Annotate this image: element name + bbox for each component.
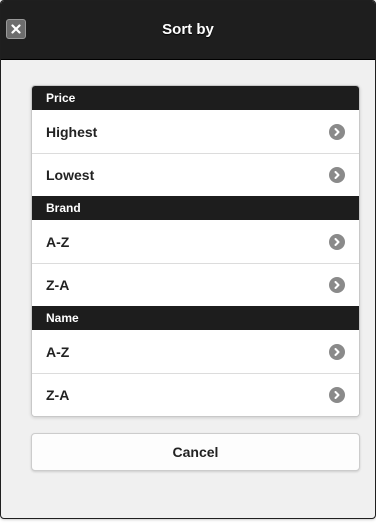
cancel-button[interactable]: Cancel [31,433,360,471]
dialog-header: Sort by [1,1,375,60]
sort-option-price-lowest[interactable]: Lowest [32,153,359,196]
arrow-right-icon [329,123,345,140]
sort-option-price-highest[interactable]: Highest [32,110,359,153]
sort-dialog: Sort by Price Highest Lowest Brand A-Z Z… [0,0,376,519]
arrow-right-icon [329,167,345,183]
sort-option-brand-z-a[interactable]: Z-A [32,263,359,306]
dialog-content: Price Highest Lowest Brand A-Z Z-A Name … [1,60,375,471]
arrow-right-icon [329,233,345,250]
section-divider-brand: Brand [32,196,359,220]
dialog-title: Sort by [162,21,214,38]
list-item-label: Z-A [46,387,70,403]
list-item-label: Highest [46,123,98,140]
list-item-label: A-Z [46,233,70,250]
list-item-label: Z-A [46,277,70,293]
list-item-label: A-Z [46,343,70,360]
list-item-label: Lowest [46,167,95,183]
sort-option-name-a-z[interactable]: A-Z [32,330,359,373]
arrow-right-icon [329,343,345,360]
section-divider-price: Price [32,86,359,110]
arrow-right-icon [329,387,345,403]
sort-option-name-z-a[interactable]: Z-A [32,373,359,416]
section-divider-name: Name [32,306,359,330]
arrow-right-icon [329,277,345,293]
sort-option-brand-a-z[interactable]: A-Z [32,220,359,263]
sort-options-list: Price Highest Lowest Brand A-Z Z-A Name … [31,85,360,417]
